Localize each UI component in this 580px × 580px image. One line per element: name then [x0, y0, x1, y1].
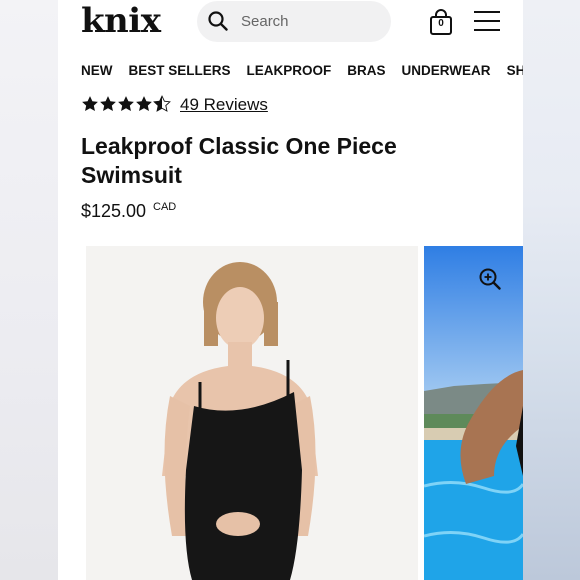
- cart-count: 0: [438, 18, 444, 29]
- nav-item-best-sellers[interactable]: BEST SELLERS: [129, 63, 231, 78]
- background-left: [0, 0, 58, 580]
- nav-item-shapewear[interactable]: SHA: [507, 63, 523, 78]
- search-icon: [208, 11, 228, 31]
- product-price: $125.00: [81, 201, 147, 221]
- zoom-button[interactable]: [479, 268, 501, 290]
- main-nav: NEW BEST SELLERS LEAKPROOF BRAS UNDERWEAR SHA: [81, 63, 523, 78]
- menu-icon: [474, 11, 500, 13]
- zoom-in-icon: [479, 268, 501, 290]
- star-half-icon: [153, 95, 171, 112]
- star-icon: [118, 96, 134, 112]
- menu-button[interactable]: [474, 10, 500, 32]
- nav-item-underwear[interactable]: UNDERWEAR: [402, 63, 491, 78]
- product-title: Leakproof Classic One Piece Swimsuit: [81, 133, 397, 188]
- cart-button[interactable]: 0: [427, 8, 455, 36]
- model-photo: [86, 246, 418, 580]
- product-image-next[interactable]: [424, 246, 523, 580]
- nav-item-bras[interactable]: BRAS: [347, 63, 385, 78]
- star-icon: [82, 96, 98, 112]
- background-right: [523, 0, 580, 580]
- price-currency: CAD: [153, 201, 177, 213]
- search-bar[interactable]: [197, 1, 391, 42]
- brand-logo[interactable]: knix: [81, 0, 161, 42]
- nav-item-new[interactable]: NEW: [81, 63, 113, 78]
- rating-stars: [81, 95, 171, 115]
- search-input[interactable]: [241, 1, 381, 42]
- pool-photo: [424, 246, 523, 580]
- star-icon: [136, 96, 152, 112]
- product-page: knix 0 NEW BEST SELLERS LEAKPROOF BRAS UNDER…: [58, 0, 523, 580]
- product-image-main[interactable]: [86, 246, 418, 580]
- reviews-link[interactable]: 49 Reviews: [180, 95, 268, 115]
- star-icon: [100, 96, 116, 112]
- nav-item-leakproof[interactable]: LEAKPROOF: [247, 63, 332, 78]
